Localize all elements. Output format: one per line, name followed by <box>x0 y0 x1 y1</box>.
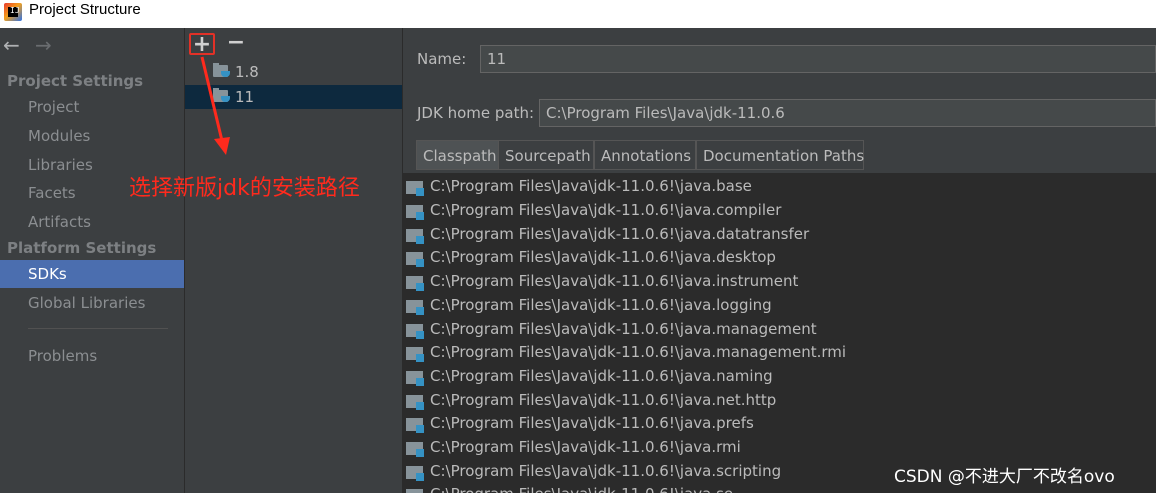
platform-settings-header: Platform Settings <box>7 239 157 257</box>
name-field[interactable]: 11 <box>480 45 1156 73</box>
sdk-details-panel: Name: 11 JDK home path: C:\Program Files… <box>403 28 1156 493</box>
list-item[interactable]: C:\Program Files\Java\jdk-11.0.6!\java.n… <box>403 389 1156 413</box>
list-item[interactable]: C:\Program Files\Java\jdk-11.0.6!\java.d… <box>403 223 1156 247</box>
module-icon <box>406 418 424 433</box>
module-icon <box>406 371 424 386</box>
sidebar-item-artifacts[interactable]: Artifacts <box>28 213 91 231</box>
tab-classpath[interactable]: Classpath <box>416 140 499 170</box>
list-item[interactable]: C:\Program Files\Java\jdk-11.0.6!\java.p… <box>403 412 1156 436</box>
list-item-label: C:\Program Files\Java\jdk-11.0.6!\java.l… <box>430 296 772 314</box>
list-item-label: C:\Program Files\Java\jdk-11.0.6!\java.c… <box>430 201 782 219</box>
list-item[interactable]: C:\Program Files\Java\jdk-11.0.6!\java.m… <box>403 318 1156 342</box>
module-icon <box>406 395 424 410</box>
jdk-home-path-field[interactable]: C:\Program Files\Java\jdk-11.0.6 <box>539 99 1156 127</box>
module-icon <box>406 324 424 339</box>
list-item[interactable]: C:\Program Files\Java\jdk-11.0.6!\java.i… <box>403 270 1156 294</box>
module-icon <box>406 229 424 244</box>
list-item-label: C:\Program Files\Java\jdk-11.0.6!\java.p… <box>430 414 754 432</box>
list-item-label: C:\Program Files\Java\jdk-11.0.6!\java.i… <box>430 272 799 290</box>
csdn-watermark: CSDN @不进大厂不改名ovo <box>894 467 1115 487</box>
list-item[interactable]: C:\Program Files\Java\jdk-11.0.6!\java.n… <box>403 365 1156 389</box>
module-icon <box>406 276 424 291</box>
add-sdk-button[interactable]: + <box>189 33 215 56</box>
name-label: Name: <box>417 50 467 68</box>
list-item-label: C:\Program Files\Java\jdk-11.0.6!\java.m… <box>430 320 817 338</box>
module-icon <box>406 466 424 481</box>
module-icon <box>406 300 424 315</box>
list-item-label: C:\Program Files\Java\jdk-11.0.6!\java.r… <box>430 438 741 456</box>
sidebar-item-label: SDKs <box>28 265 67 283</box>
list-item[interactable]: C:\Program Files\Java\jdk-11.0.6!\java.c… <box>403 199 1156 223</box>
list-item-label: C:\Program Files\Java\jdk-11.0.6!\java.d… <box>430 225 810 243</box>
sidebar-item-global-libraries[interactable]: Global Libraries <box>28 294 145 312</box>
list-item[interactable]: C:\Program Files\Java\jdk-11.0.6!\java.b… <box>403 175 1156 199</box>
list-item-label: C:\Program Files\Java\jdk-11.0.6!\java.n… <box>430 391 777 409</box>
sidebar-item-modules[interactable]: Modules <box>28 127 90 145</box>
sidebar-item-project[interactable]: Project <box>28 98 79 116</box>
back-arrow-icon[interactable]: ← <box>3 34 20 56</box>
forward-arrow-icon[interactable]: → <box>35 34 52 56</box>
sidebar-item-sdks[interactable]: SDKs <box>0 260 184 288</box>
list-item-label: C:\Program Files\Java\jdk-11.0.6!\java.s… <box>430 462 782 480</box>
module-icon <box>406 489 423 493</box>
annotation-arrow <box>200 56 230 155</box>
list-item-label: C:\Program Files\Java\jdk-11.0.6!\java.b… <box>430 177 752 195</box>
list-item-label: C:\Program Files\Java\jdk-11.0.6!\java.m… <box>430 343 847 361</box>
remove-sdk-button[interactable]: − <box>223 32 249 55</box>
project-settings-header: Project Settings <box>7 72 144 90</box>
classpath-list[interactable]: C:\Program Files\Java\jdk-11.0.6!\java.b… <box>403 173 1156 493</box>
sidebar-item-libraries[interactable]: Libraries <box>28 156 93 174</box>
tab-annotations[interactable]: Annotations <box>594 140 696 170</box>
annotation-text: 选择新版jdk的安装路径 <box>129 176 360 201</box>
module-icon <box>406 442 424 457</box>
intellij-app-icon: IJ <box>4 3 22 21</box>
sidebar-divider <box>28 328 168 329</box>
module-icon <box>406 347 424 362</box>
title-bar: IJ Project Structure <box>0 0 1156 28</box>
jdk-home-path-label: JDK home path: <box>417 104 535 122</box>
list-item-label: C:\Program Files\Java\jdk-11.0.6!\java.n… <box>430 367 773 385</box>
settings-sidebar: ← → Project Settings Project Modules Lib… <box>0 28 185 493</box>
tab-documentation-paths[interactable]: Documentation Paths <box>696 140 864 170</box>
module-icon <box>406 205 424 220</box>
sidebar-item-facets[interactable]: Facets <box>28 184 76 202</box>
list-item[interactable]: C:\Program Files\Java\jdk-11.0.6!\java.l… <box>403 294 1156 318</box>
list-item[interactable]: C:\Program Files\Java\jdk-11.0.6!\java.d… <box>403 246 1156 270</box>
tab-sourcepath[interactable]: Sourcepath <box>498 140 594 170</box>
sidebar-item-problems[interactable]: Problems <box>28 347 97 365</box>
module-icon <box>406 181 424 196</box>
module-icon <box>406 252 424 267</box>
window-title: Project Structure <box>29 1 141 18</box>
list-item[interactable]: C:\Program Files\Java\jdk-11.0.6!\java.m… <box>403 341 1156 365</box>
list-item[interactable]: C:\Program Files\Java\jdk-11.0.6!\java.r… <box>403 436 1156 460</box>
list-item-label: C:\Program Files\Java\jdk-11.0.6!\java.s… <box>430 485 733 493</box>
list-item-label: C:\Program Files\Java\jdk-11.0.6!\java.d… <box>430 248 776 266</box>
